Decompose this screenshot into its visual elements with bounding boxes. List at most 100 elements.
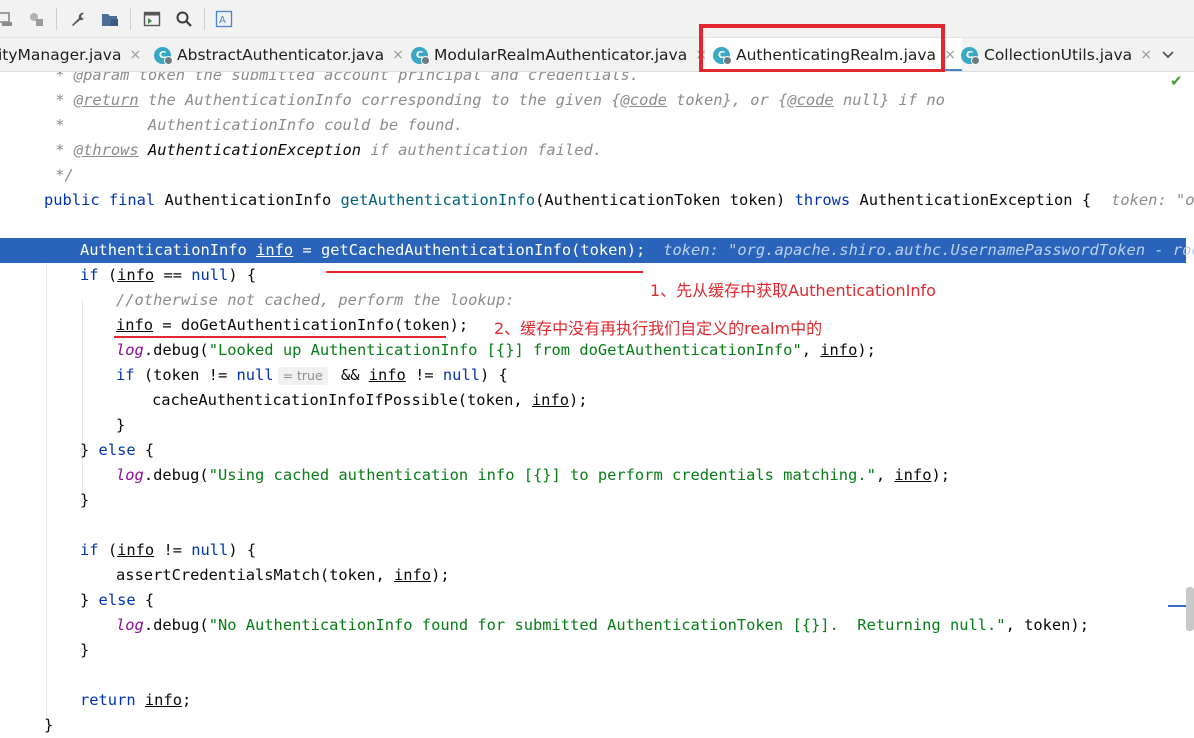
class-icon: C [411, 46, 430, 65]
code-line: * AuthenticationInfo could be found. [0, 113, 1186, 138]
search-icon[interactable] [172, 7, 196, 31]
code-text: = getCachedAuthenticationInfo(token); [293, 241, 646, 259]
code-line: if (info != null) { [0, 538, 1186, 563]
tab-securitymanager[interactable]: ityManager.java × [0, 38, 141, 71]
variable: info [820, 341, 858, 359]
code-line: } [0, 638, 1186, 663]
project-structure-icon[interactable] [98, 7, 122, 31]
vertical-scrollbar[interactable] [1186, 72, 1194, 738]
annotation-underline [326, 271, 643, 273]
comment-text: * [46, 141, 74, 159]
code-line: if (token != null = true && info != null)… [0, 363, 1186, 388]
close-icon[interactable]: × [1140, 47, 1152, 63]
class-icon: C [154, 46, 173, 65]
code-text: .debug( [143, 616, 209, 634]
code-line: //otherwise not cached, perform the look… [0, 288, 1186, 313]
code-text: == [154, 266, 192, 284]
comment-class-ref: AuthenticationException [138, 141, 362, 159]
wrench-icon[interactable] [66, 7, 90, 31]
tab-modularrealmauthenticator[interactable]: C ModularRealmAuthenticator.java × [411, 38, 707, 71]
close-icon[interactable]: × [392, 47, 404, 63]
build-icon[interactable] [24, 7, 48, 31]
code-line: } else { [0, 588, 1186, 613]
code-text: AuthenticationException { [850, 191, 1092, 209]
comment-text: null} if no [833, 91, 945, 109]
code-line: } [0, 713, 1186, 738]
toolbar-separator [56, 8, 57, 30]
tab-label: AuthenticatingRealm.java [736, 46, 937, 64]
code-text: AuthenticationInfo [155, 191, 341, 209]
keyword: public final [44, 191, 156, 209]
variable: info [256, 241, 294, 259]
tab-label: ModularRealmAuthenticator.java [434, 46, 688, 64]
code-text: ( [98, 541, 118, 559]
close-icon[interactable]: × [129, 47, 141, 63]
code-text: && [331, 366, 369, 384]
code-text: != [154, 541, 192, 559]
code-text: } [80, 591, 99, 609]
comment-text: * AuthenticationInfo could be found. [46, 116, 463, 134]
code-text: { [135, 441, 155, 459]
code-text: , token); [1005, 616, 1089, 634]
variable: info [117, 266, 155, 284]
tab-list-chevron-icon[interactable] [1158, 38, 1178, 72]
method-name: getAuthenticationInfo [340, 191, 536, 209]
close-icon[interactable]: × [944, 47, 956, 63]
code-text: , [875, 466, 895, 484]
toolbar-separator [130, 8, 131, 30]
code-line: if (info == null) { [0, 263, 1186, 288]
class-icon: C [961, 46, 980, 65]
keyword: null [191, 541, 229, 559]
keyword: if [80, 541, 99, 559]
code-text: cacheAuthenticationInfoIfPossible(token, [152, 391, 532, 409]
variable: info [144, 691, 182, 709]
run-config-icon[interactable] [0, 7, 18, 31]
code-text: ) { [228, 541, 257, 559]
keyword: return [80, 691, 136, 709]
javadoc-tag: @throws [73, 141, 139, 159]
code-text: ; [181, 691, 192, 709]
string-literal: "No AuthenticationInfo found for submitt… [208, 616, 1006, 634]
code-text: (AuthenticationToken token) [535, 191, 795, 209]
code-line: log.debug("Looked up AuthenticationInfo … [0, 338, 1186, 363]
comment-text: if authentication failed. [361, 141, 602, 159]
code-text: { [135, 591, 155, 609]
tab-label: AbstractAuthenticator.java [177, 46, 385, 64]
code-text: .debug( [143, 341, 209, 359]
field: log [116, 341, 144, 359]
toolbar-separator [204, 8, 205, 30]
keyword: null [442, 366, 480, 384]
scrollbar-thumb[interactable] [1186, 587, 1194, 631]
code-line: } [0, 488, 1186, 513]
code-text: ); [568, 391, 588, 409]
tab-authenticatingrealm[interactable]: C AuthenticatingRealm.java × [705, 38, 962, 71]
variable: info [116, 316, 154, 334]
comment-text: * [46, 91, 74, 109]
code-text: != [405, 366, 443, 384]
javadoc-tag: @code [787, 91, 834, 109]
annotation-step-1: 1、先从缓存中获取AuthenticationInfo [650, 281, 936, 300]
tab-abstractauthenticator[interactable]: C AbstractAuthenticator.java × [154, 38, 404, 71]
code-text: } [116, 416, 126, 434]
comment-text: token}, or { [666, 91, 788, 109]
comment-text: //otherwise not cached, perform the look… [116, 291, 515, 309]
editor-tab-bar: ityManager.java × C AbstractAuthenticato… [0, 38, 1194, 72]
code-text: } [44, 716, 54, 734]
terminal-icon[interactable] [140, 7, 164, 31]
code-line: log.debug("Using cached authentication i… [0, 463, 1186, 488]
keyword: if [116, 366, 135, 384]
code-line: } else { [0, 438, 1186, 463]
code-editor[interactable]: * @param token the submitted account pri… [0, 72, 1194, 738]
code-text: assertCredentialsMatch(token, [116, 566, 394, 584]
code-line: * @throws AuthenticationException if aut… [0, 138, 1186, 163]
toolbar: A [0, 0, 1194, 38]
keyword: else [98, 591, 136, 609]
tab-collectionutils[interactable]: C CollectionUtils.java × [961, 38, 1152, 71]
code-text: ); [931, 466, 951, 484]
debug-value-hint: token: "org.apache.shiro.authc.UsernameP… [663, 241, 1194, 259]
translate-icon[interactable]: A [212, 7, 236, 31]
tab-label: ityManager.java [0, 46, 122, 64]
comment-text: the AuthenticationInfo corresponding to … [138, 91, 621, 109]
code-text: } [80, 491, 90, 509]
